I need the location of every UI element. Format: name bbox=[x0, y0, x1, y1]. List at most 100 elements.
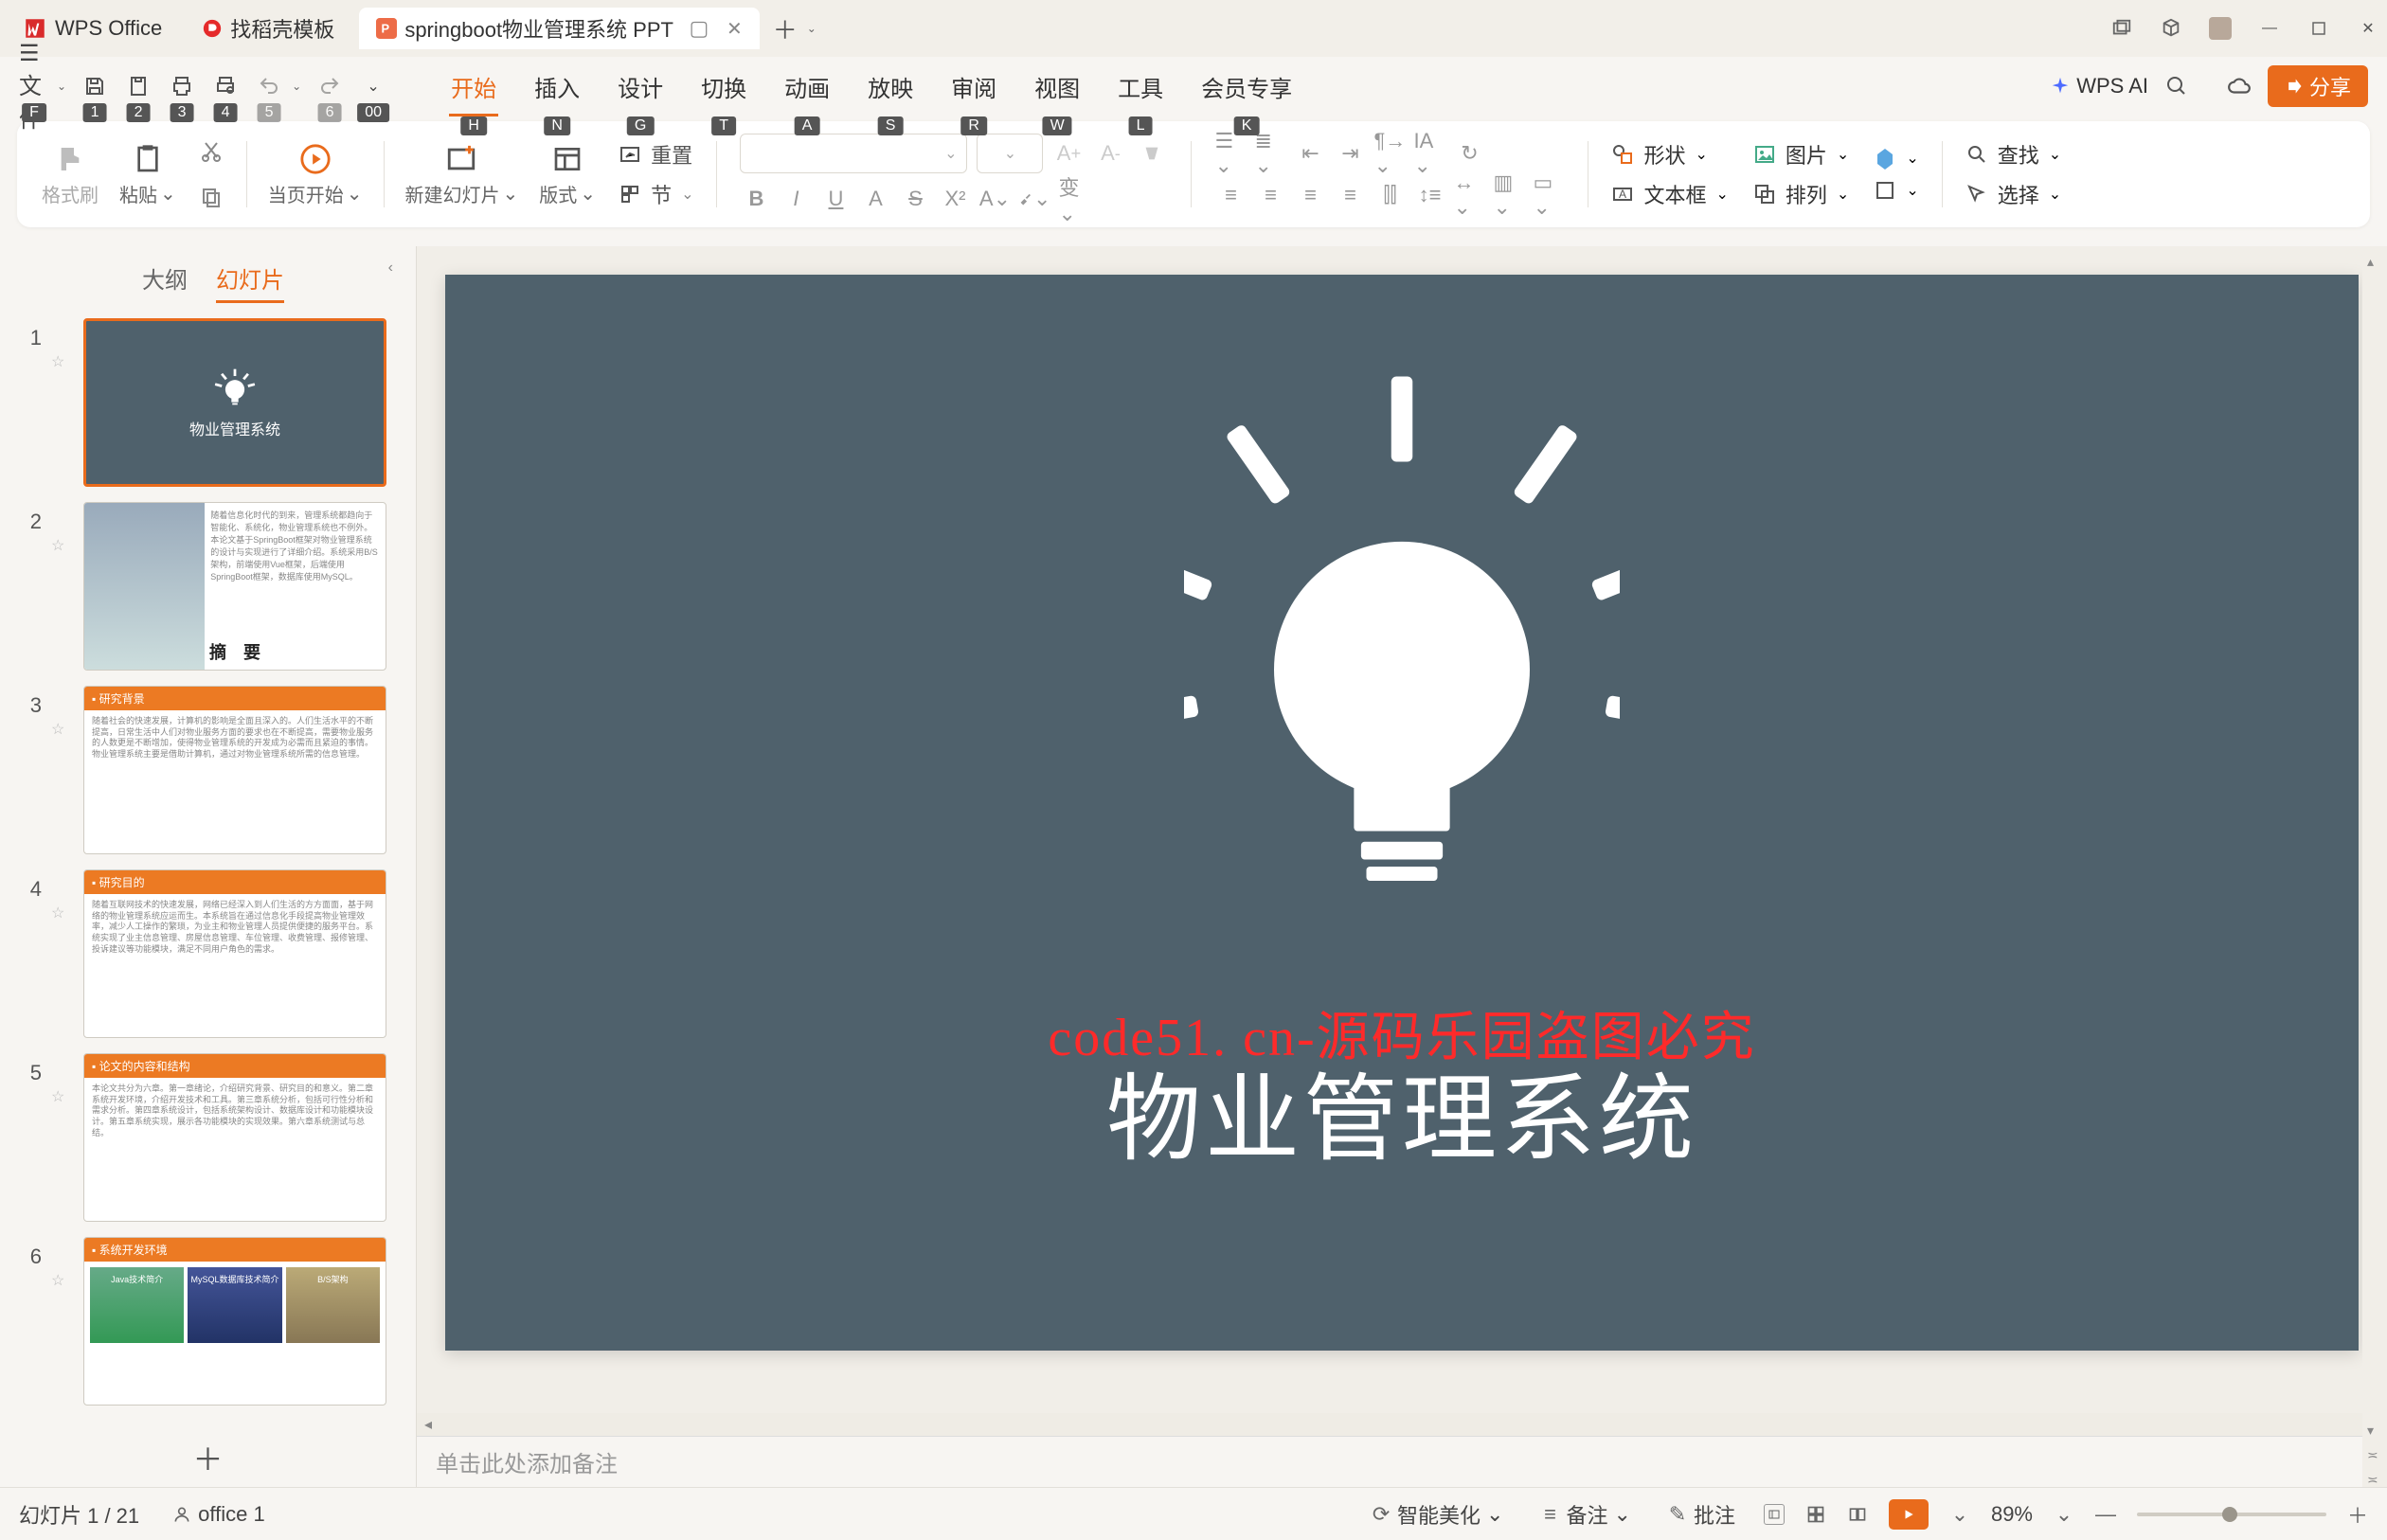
normal-view-icon[interactable] bbox=[1764, 1504, 1785, 1525]
bold-icon[interactable]: B bbox=[740, 183, 772, 215]
distribute-icon[interactable]: ⫿⫿ bbox=[1373, 179, 1406, 211]
reading-view-icon[interactable] bbox=[1847, 1504, 1868, 1525]
align-left-icon[interactable]: ≡ bbox=[1214, 179, 1247, 211]
menu-tab-start[interactable]: 开始H bbox=[449, 66, 498, 107]
menu-tab-insert[interactable]: 插入N bbox=[532, 66, 582, 107]
numbering-icon[interactable]: ≣ ⌄ bbox=[1254, 137, 1286, 170]
wps-ai-button[interactable]: WPS AI bbox=[2050, 74, 2148, 98]
new-slide-button[interactable]: 新建幻灯片 ⌄ bbox=[398, 121, 527, 227]
file-menu-button[interactable]: ☰ 文件 F bbox=[19, 71, 49, 101]
menu-tab-slideshow[interactable]: 放映S bbox=[866, 66, 915, 107]
zoom-value[interactable]: 89% bbox=[1991, 1502, 2033, 1527]
present-small-icon[interactable]: ▢ bbox=[689, 18, 709, 39]
thumbnail-6[interactable]: ▪ 系统开发环境 Java技术简介 MySQL数据库技术简介 B/S架构 bbox=[83, 1237, 386, 1406]
reset-button[interactable]: 重置 bbox=[619, 139, 693, 170]
zoom-slider[interactable] bbox=[2137, 1513, 2326, 1516]
columns-icon[interactable]: ▥ ⌄ bbox=[1493, 179, 1525, 211]
thumbnail-2[interactable]: 随着信息化时代的到来，管理系统都趋向于智能化、系统化，物业管理系统也不例外。本论… bbox=[83, 502, 386, 671]
menu-tab-animation[interactable]: 动画A bbox=[782, 66, 832, 107]
tab-menu-caret[interactable]: ⌄ bbox=[807, 22, 817, 35]
thumbnail-1[interactable]: 物业管理系统 bbox=[83, 318, 386, 487]
font-family-select[interactable]: ⌄ bbox=[740, 134, 967, 173]
avatar-icon[interactable] bbox=[2209, 17, 2232, 40]
comments-toggle[interactable]: ✎批注 bbox=[1660, 1495, 1743, 1533]
outline-style-button[interactable]: ⌄ bbox=[1874, 179, 1918, 202]
phonetic-icon[interactable]: 变 ⌄ bbox=[1058, 183, 1090, 215]
zoom-in-icon[interactable]: ＋ bbox=[2347, 1504, 2368, 1525]
section-button[interactable]: 节 ⌄ bbox=[619, 179, 693, 209]
menu-tab-design[interactable]: 设计G bbox=[616, 66, 665, 107]
rotate-text-icon[interactable]: ↻ bbox=[1453, 137, 1485, 170]
beautify-button[interactable]: ⟳智能美化 ⌄ bbox=[1363, 1495, 1511, 1533]
align-justify-icon[interactable]: ≡ bbox=[1334, 179, 1366, 211]
close-tab-icon[interactable]: ✕ bbox=[727, 17, 743, 41]
save-icon[interactable]: 1 bbox=[80, 71, 110, 101]
font-color-icon[interactable]: A ⌄ bbox=[978, 183, 1011, 215]
maximize-icon[interactable] bbox=[2307, 17, 2330, 40]
cut-icon[interactable] bbox=[195, 135, 227, 168]
star-icon[interactable]: ☆ bbox=[51, 1237, 74, 1290]
cube-icon[interactable] bbox=[2160, 17, 2182, 40]
align-right-icon[interactable]: ≡ bbox=[1294, 179, 1326, 211]
quickbar-more-icon[interactable]: ⌄00 bbox=[358, 71, 388, 101]
undo-caret[interactable]: ⌄ bbox=[292, 80, 301, 93]
indent-left-icon[interactable]: ⇤ bbox=[1294, 137, 1326, 170]
current-slide[interactable]: code51. cn-源码乐园盗图必究 物业管理系统 bbox=[445, 275, 2359, 1351]
picture-button[interactable]: 图片 ⌄ bbox=[1753, 139, 1849, 170]
from-current-button[interactable]: 当页开始 ⌄ bbox=[260, 121, 370, 227]
close-window-icon[interactable]: ✕ bbox=[2357, 17, 2379, 40]
align-center-icon[interactable]: ≡ bbox=[1254, 179, 1286, 211]
canvas-scroll[interactable]: code51. cn-源码乐园盗图必究 物业管理系统 bbox=[417, 246, 2387, 1413]
scroll-left-icon[interactable]: ◂ bbox=[417, 1413, 440, 1436]
prev-slide-icon[interactable]: ≍ bbox=[2367, 1447, 2382, 1462]
menu-tab-review[interactable]: 审阅R bbox=[949, 66, 998, 107]
next-slide-icon[interactable]: ≍ bbox=[2367, 1472, 2382, 1487]
horizontal-scrollbar[interactable]: ◂ ▸ bbox=[417, 1413, 2387, 1436]
shadow-icon[interactable]: A bbox=[859, 183, 891, 215]
increase-font-icon[interactable]: A+ bbox=[1052, 137, 1085, 170]
underline-icon[interactable]: U bbox=[819, 183, 852, 215]
slideshow-play-button[interactable] bbox=[1889, 1499, 1929, 1530]
bullets-icon[interactable]: ☰ ⌄ bbox=[1214, 137, 1247, 170]
star-icon[interactable]: ☆ bbox=[51, 869, 74, 922]
font-size-select[interactable]: ⌄ bbox=[977, 134, 1043, 173]
clear-format-icon[interactable] bbox=[1136, 137, 1168, 170]
spacing-icon[interactable]: ↔ ⌄ bbox=[1453, 179, 1485, 211]
menu-tab-tools[interactable]: 工具L bbox=[1116, 66, 1165, 107]
menu-tab-transition[interactable]: 切换T bbox=[699, 66, 748, 107]
star-icon[interactable]: ☆ bbox=[51, 686, 74, 739]
text-height-icon[interactable]: IA ⌄ bbox=[1413, 137, 1445, 170]
star-icon[interactable]: ☆ bbox=[51, 502, 74, 555]
scroll-down-icon[interactable]: ▾ bbox=[2367, 1423, 2382, 1438]
fill-style-button[interactable]: ⌄ bbox=[1874, 147, 1918, 170]
star-icon[interactable]: ☆ bbox=[51, 1053, 74, 1106]
decrease-font-icon[interactable]: A- bbox=[1094, 137, 1126, 170]
shape-button[interactable]: 形状 ⌄ bbox=[1611, 139, 1728, 170]
add-slide-button[interactable]: ＋ bbox=[0, 1428, 416, 1487]
search-icon[interactable] bbox=[2162, 71, 2192, 101]
style-icon[interactable]: ▭ ⌄ bbox=[1533, 179, 1565, 211]
zoom-out-icon[interactable]: — bbox=[2095, 1504, 2116, 1525]
new-tab-button[interactable]: ＋ bbox=[773, 11, 798, 46]
share-button[interactable]: 分享 bbox=[2268, 65, 2368, 107]
sorter-view-icon[interactable] bbox=[1805, 1504, 1826, 1525]
author-field[interactable]: office 1 bbox=[164, 1498, 273, 1531]
file-caret[interactable]: ⌄ bbox=[57, 80, 66, 93]
copy-icon[interactable] bbox=[195, 181, 227, 213]
minimize-icon[interactable]: — bbox=[2258, 17, 2281, 40]
redo-icon[interactable]: 6 bbox=[314, 71, 345, 101]
layout-button[interactable]: 版式 ⌄ bbox=[531, 121, 603, 227]
notes-input[interactable]: 单击此处添加备注 bbox=[417, 1436, 2387, 1487]
strike-icon[interactable]: S bbox=[899, 183, 931, 215]
thumbnail-4[interactable]: ▪ 研究目的 随着互联网技术的快速发展，网络已经深入到人们生活的方方面面，基于网… bbox=[83, 869, 386, 1038]
multiwindow-icon[interactable] bbox=[2110, 17, 2133, 40]
format-painter-button[interactable]: 格式刷 bbox=[34, 121, 106, 227]
line-spacing-icon[interactable]: ↕≡ bbox=[1413, 179, 1445, 211]
print-icon[interactable]: 3 bbox=[167, 71, 197, 101]
saveas-icon[interactable]: 2 bbox=[123, 71, 153, 101]
highlight-icon[interactable]: ⌄ bbox=[1018, 183, 1050, 215]
printpreview-icon[interactable]: 4 bbox=[210, 71, 241, 101]
textbox-button[interactable]: A文本框 ⌄ bbox=[1611, 179, 1728, 209]
scroll-up-icon[interactable]: ▴ bbox=[2367, 254, 2382, 269]
undo-icon[interactable]: 5 bbox=[254, 71, 284, 101]
